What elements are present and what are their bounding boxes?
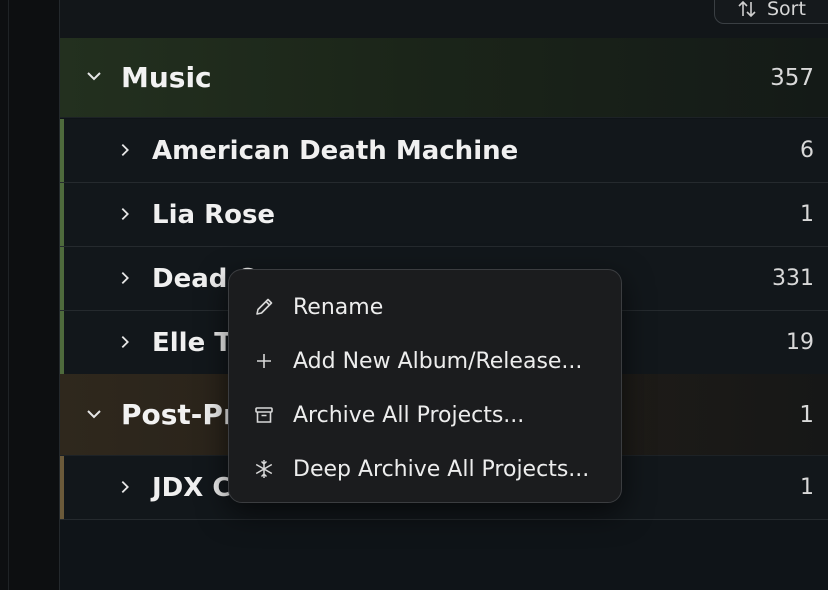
menu-item-add-new-album[interactable]: Add New Album/Release... [229, 334, 621, 388]
menu-item-archive-all[interactable]: Archive All Projects... [229, 388, 621, 442]
item-count: 331 [772, 266, 814, 291]
menu-item-label: Archive All Projects... [293, 402, 525, 428]
item-count: 19 [786, 330, 814, 355]
menu-item-rename[interactable]: Rename [229, 280, 621, 334]
group-label: Post-Pr [121, 398, 237, 431]
menu-item-label: Rename [293, 294, 384, 320]
chevron-right-icon [121, 143, 129, 157]
menu-item-deep-archive-all[interactable]: Deep Archive All Projects... [229, 442, 621, 496]
item-label: JDX C [152, 472, 232, 503]
context-menu: Rename Add New Album/Release... Archive … [228, 269, 622, 503]
list-item[interactable]: American Death Machine 6 [60, 119, 828, 183]
group-row-music[interactable]: Music 357 [60, 38, 828, 118]
group-accent-bar [60, 311, 64, 374]
chevron-down-icon [87, 410, 101, 419]
group-accent-bar [60, 119, 64, 182]
group-accent-bar [60, 247, 64, 310]
group-accent-bar [60, 456, 64, 519]
sort-button[interactable]: Sort ⌄ [714, 0, 828, 24]
group-label: Music [121, 61, 212, 94]
list-item[interactable]: Lia Rose 1 [60, 183, 828, 247]
pencil-icon [256, 298, 273, 315]
list-header: Sort ⌄ [60, 0, 828, 39]
chevron-down-icon [87, 72, 101, 81]
chevron-right-icon [121, 207, 129, 221]
sort-arrows-icon [738, 0, 756, 18]
plus-icon [257, 354, 271, 368]
left-rail [0, 0, 60, 590]
snowflake-icon [255, 460, 273, 478]
sort-label: Sort [767, 0, 806, 20]
group-count: 357 [770, 64, 814, 91]
group-count: 1 [799, 401, 814, 428]
chevron-right-icon [121, 335, 129, 349]
archive-box-icon [255, 407, 273, 423]
chevron-right-icon [121, 271, 129, 285]
item-count: 6 [800, 138, 814, 163]
item-count: 1 [800, 202, 814, 227]
group-accent-bar [60, 183, 64, 246]
chevron-right-icon [121, 480, 129, 494]
rail-divider [8, 0, 9, 590]
item-count: 1 [800, 475, 814, 500]
item-label: American Death Machine [152, 135, 519, 166]
item-label: Lia Rose [152, 199, 276, 230]
menu-item-label: Deep Archive All Projects... [293, 456, 590, 482]
menu-item-label: Add New Album/Release... [293, 348, 583, 374]
